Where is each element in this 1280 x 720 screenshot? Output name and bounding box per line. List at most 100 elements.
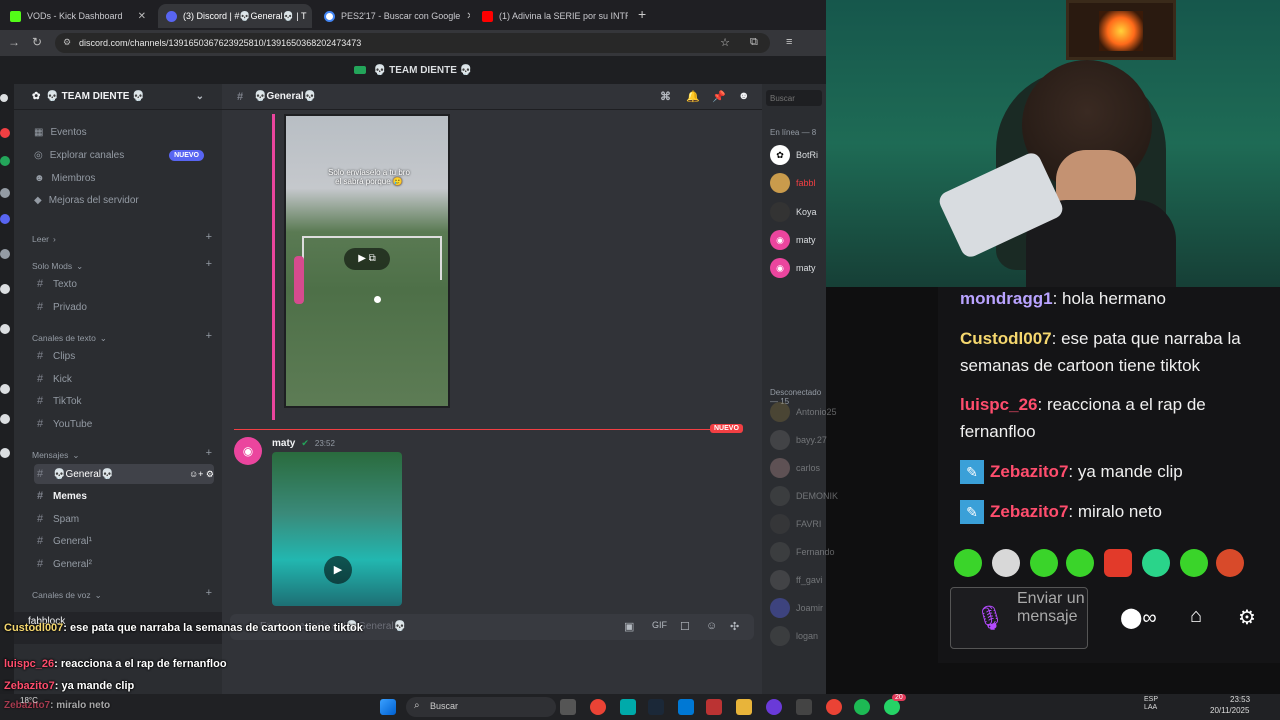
add-channel-button[interactable]: + bbox=[206, 447, 212, 459]
category-mensajes[interactable]: Mensajes ⌄ bbox=[32, 450, 80, 461]
chat-username[interactable]: Custodl007 bbox=[960, 329, 1052, 348]
add-channel-button[interactable]: + bbox=[206, 258, 212, 270]
channel-kick[interactable]: # Kick bbox=[34, 369, 214, 389]
gear-icon[interactable]: ⚙ bbox=[1238, 605, 1256, 630]
sidebar-item-mejoras[interactable]: ◆ Mejoras del servidor bbox=[34, 190, 214, 210]
clock-date[interactable]: 20/11/2025 bbox=[1210, 706, 1249, 715]
language-indicator[interactable]: ESP LAA bbox=[1144, 696, 1160, 712]
tab-kick[interactable]: VODs - Kick Dashboard ✕ bbox=[2, 4, 154, 28]
taskbar-search[interactable]: ⌕ Buscar bbox=[406, 697, 556, 717]
threads-icon[interactable]: ⌘ bbox=[660, 90, 671, 103]
emote-icon[interactable] bbox=[992, 549, 1020, 577]
chat-username[interactable]: Zebazito7 bbox=[990, 502, 1068, 521]
url-field[interactable]: ⚙ discord.com/channels/13916503676239258… bbox=[55, 33, 770, 53]
gif-icon[interactable]: GIF bbox=[652, 620, 667, 630]
spotify-icon[interactable] bbox=[854, 699, 870, 715]
chrome-icon[interactable] bbox=[826, 699, 842, 715]
whatsapp-icon[interactable] bbox=[884, 699, 900, 715]
emote-icon[interactable] bbox=[1180, 549, 1208, 577]
channel-clips[interactable]: # Clips bbox=[34, 346, 214, 366]
sticker-icon[interactable]: ☐ bbox=[680, 620, 690, 633]
member-item[interactable]: FAVRI bbox=[770, 514, 821, 534]
member-item[interactable]: bayy.27 bbox=[770, 430, 827, 450]
tab-youtube[interactable]: (1) Adivina la SERIE por su INTR ✕ bbox=[474, 4, 628, 28]
bell-icon[interactable]: 🔔 bbox=[686, 90, 700, 103]
home-icon[interactable] bbox=[0, 94, 8, 102]
windows-start-icon[interactable] bbox=[380, 699, 396, 715]
server-icon[interactable] bbox=[0, 249, 10, 259]
server-icon[interactable] bbox=[0, 156, 10, 166]
task-view-icon[interactable] bbox=[560, 699, 576, 715]
channel-privado[interactable]: # Privado bbox=[34, 297, 214, 317]
close-icon[interactable]: ✕ bbox=[466, 11, 470, 22]
steam-icon[interactable] bbox=[648, 699, 664, 715]
category-solo-mods[interactable]: Solo Mods ⌄ bbox=[32, 261, 83, 272]
server-icon[interactable] bbox=[0, 284, 10, 294]
chat-input[interactable]: 🎙 Enviar un mensaje bbox=[950, 587, 1088, 649]
channel-texto[interactable]: # Texto bbox=[34, 274, 214, 294]
tab-discord[interactable]: (3) Discord | #💀General💀 | T ✕ bbox=[158, 4, 312, 28]
search-input[interactable] bbox=[766, 90, 822, 106]
channel-tiktok[interactable]: # TikTok bbox=[34, 391, 214, 411]
store-icon[interactable]: ⌂ bbox=[1190, 605, 1202, 628]
clock-time[interactable]: 23:53 bbox=[1230, 695, 1250, 704]
server-header[interactable]: ✿ 💀 TEAM DIENTE 💀 ⌄ bbox=[14, 84, 222, 110]
new-tab-button[interactable]: + bbox=[638, 6, 646, 22]
server-icon[interactable] bbox=[0, 214, 10, 224]
server-icon[interactable] bbox=[0, 324, 10, 334]
app-icon[interactable] bbox=[796, 699, 812, 715]
site-info-icon[interactable]: ⚙ bbox=[63, 37, 71, 48]
server-icon[interactable] bbox=[0, 384, 10, 394]
server-icon[interactable] bbox=[0, 414, 10, 424]
video-embed[interactable]: ▶ bbox=[272, 452, 402, 606]
pin-icon[interactable]: 📌 bbox=[712, 90, 726, 103]
play-icon[interactable]: ▶ bbox=[324, 556, 352, 584]
emote-icon[interactable] bbox=[1030, 549, 1058, 577]
media-icon[interactable]: ≡ bbox=[786, 36, 792, 48]
category-leer[interactable]: Leer › bbox=[32, 234, 56, 244]
close-icon[interactable]: ✕ bbox=[138, 11, 146, 22]
member-item[interactable]: logan bbox=[770, 626, 818, 646]
category-canales-voz[interactable]: Canales de voz ⌄ bbox=[32, 590, 102, 601]
emote-icon[interactable] bbox=[1066, 549, 1094, 577]
emote-icon[interactable] bbox=[1216, 549, 1244, 577]
channel-spam[interactable]: # Spam bbox=[34, 509, 214, 529]
emote-icon[interactable] bbox=[1104, 549, 1132, 577]
chat-username[interactable]: luispc_26 bbox=[960, 395, 1038, 414]
edge-icon[interactable] bbox=[620, 699, 636, 715]
channel-general-2[interactable]: # General² bbox=[34, 554, 214, 574]
member-item[interactable]: ◉ maty bbox=[770, 258, 816, 278]
weather-text[interactable]: 18°C bbox=[20, 696, 38, 705]
member-item[interactable]: ff_gavi bbox=[770, 570, 822, 590]
obs-icon[interactable] bbox=[766, 699, 782, 715]
sidebar-item-eventos[interactable]: ▦ Eventos bbox=[34, 122, 214, 142]
add-channel-button[interactable]: + bbox=[206, 231, 212, 243]
member-item[interactable]: carlos bbox=[770, 458, 820, 478]
member-item[interactable]: Antonio25 bbox=[770, 402, 837, 422]
invite-icon[interactable]: ☺+ ⚙ bbox=[189, 469, 214, 480]
members-list-icon[interactable]: ☻ bbox=[738, 90, 750, 102]
member-item[interactable]: Fernando bbox=[770, 542, 835, 562]
chat-username[interactable]: mondragg1 bbox=[960, 289, 1053, 308]
member-item[interactable]: ✿ BotRi bbox=[770, 145, 818, 165]
play-icon[interactable]: ▶ ⧉ bbox=[344, 248, 390, 270]
forward-icon[interactable]: → bbox=[8, 35, 20, 49]
extensions-icon[interactable]: ⧉ bbox=[750, 36, 758, 49]
tab-google[interactable]: PES2'17 - Buscar con Google ✕ bbox=[316, 4, 470, 28]
sidebar-item-explorar[interactable]: ◎ Explorar canales NUEVO bbox=[34, 145, 214, 165]
member-item[interactable]: Joamir bbox=[770, 598, 823, 618]
member-item[interactable]: Koya bbox=[770, 202, 817, 222]
emote-icon[interactable] bbox=[954, 549, 982, 577]
reload-icon[interactable]: ↻ bbox=[32, 35, 42, 49]
channel-memes[interactable]: # Memes bbox=[34, 486, 214, 506]
member-item[interactable]: fabbl bbox=[770, 173, 816, 193]
folder-icon[interactable] bbox=[736, 699, 752, 715]
emote-icon[interactable] bbox=[1142, 549, 1170, 577]
video-embed[interactable]: Solo envíaselo a tu bro el sabrá porque … bbox=[284, 114, 450, 408]
emoji-icon[interactable]: ☺ bbox=[706, 620, 717, 632]
store-icon[interactable] bbox=[678, 699, 694, 715]
channel-youtube[interactable]: # YouTube bbox=[34, 414, 214, 434]
add-channel-button[interactable]: + bbox=[206, 330, 212, 342]
member-item[interactable]: ◉ maty bbox=[770, 230, 816, 250]
gift-icon[interactable]: ▣ bbox=[624, 620, 634, 633]
